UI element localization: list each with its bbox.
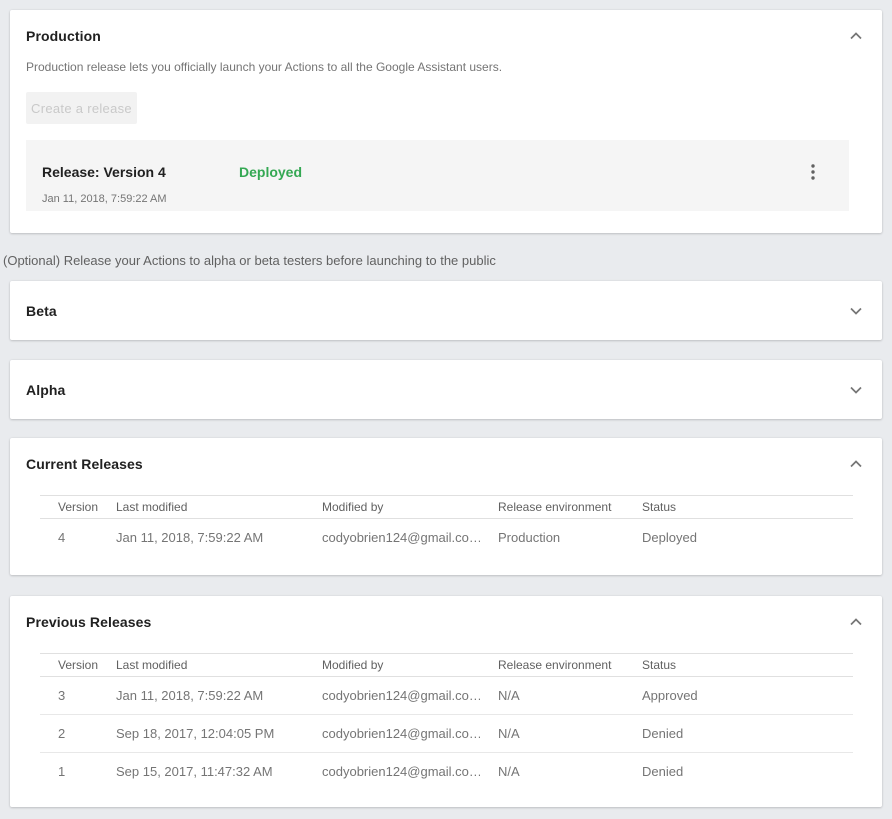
create-release-button[interactable]: Create a release bbox=[26, 92, 137, 124]
optional-note: (Optional) Release your Actions to alpha… bbox=[3, 253, 882, 269]
beta-section-header[interactable]: Beta bbox=[10, 281, 882, 340]
column-header-status: Status bbox=[624, 496, 853, 519]
cell-last-modified: Sep 15, 2017, 11:47:32 AM bbox=[98, 753, 304, 791]
column-header-status: Status bbox=[624, 654, 853, 677]
cell-status: Denied bbox=[624, 715, 853, 753]
table-row: 4 Jan 11, 2018, 7:59:22 AM codyobrien124… bbox=[40, 519, 853, 557]
table-row: 3 Jan 11, 2018, 7:59:22 AM codyobrien124… bbox=[40, 677, 853, 715]
table-row: 2 Sep 18, 2017, 12:04:05 PM codyobrien12… bbox=[40, 715, 853, 753]
previous-releases-title: Previous Releases bbox=[26, 614, 151, 630]
production-section: Production Production release lets you o… bbox=[10, 10, 882, 233]
cell-release-environment: N/A bbox=[480, 677, 624, 715]
column-header-modified-by: Modified by bbox=[304, 654, 480, 677]
production-release-card: Release: Version 4 Deployed Jan 11, 2018… bbox=[26, 140, 849, 211]
chevron-up-icon[interactable] bbox=[844, 614, 868, 630]
chevron-up-icon[interactable] bbox=[844, 28, 868, 44]
current-releases-table: Version Last modified Modified by Releas… bbox=[40, 495, 853, 557]
cell-status: Denied bbox=[624, 753, 853, 791]
column-header-modified-by: Modified by bbox=[304, 496, 480, 519]
column-header-version: Version bbox=[40, 496, 98, 519]
release-status-badge: Deployed bbox=[239, 165, 302, 180]
beta-title: Beta bbox=[26, 303, 57, 319]
table-row: 1 Sep 15, 2017, 11:47:32 AM codyobrien12… bbox=[40, 753, 853, 791]
production-title: Production bbox=[26, 28, 101, 44]
previous-releases-section: Previous Releases Version Last modified … bbox=[10, 596, 882, 807]
previous-releases-header[interactable]: Previous Releases bbox=[26, 596, 866, 630]
cell-status: Deployed bbox=[624, 519, 853, 557]
cell-version: 1 bbox=[40, 753, 98, 791]
chevron-up-icon[interactable] bbox=[844, 456, 868, 472]
column-header-release-environment: Release environment bbox=[480, 496, 624, 519]
cell-modified-by: codyobrien124@gmail.co… bbox=[304, 715, 480, 753]
cell-version: 4 bbox=[40, 519, 98, 557]
cell-modified-by: codyobrien124@gmail.co… bbox=[304, 677, 480, 715]
production-description: Production release lets you officially l… bbox=[26, 60, 866, 74]
previous-releases-table: Version Last modified Modified by Releas… bbox=[40, 653, 853, 791]
cell-last-modified: Jan 11, 2018, 7:59:22 AM bbox=[98, 519, 304, 557]
cell-last-modified: Sep 18, 2017, 12:04:05 PM bbox=[98, 715, 304, 753]
cell-version: 3 bbox=[40, 677, 98, 715]
table-header-row: Version Last modified Modified by Releas… bbox=[40, 654, 853, 677]
cell-last-modified: Jan 11, 2018, 7:59:22 AM bbox=[98, 677, 304, 715]
cell-modified-by: codyobrien124@gmail.co… bbox=[304, 519, 480, 557]
release-title: Release: Version 4 bbox=[42, 165, 239, 180]
cell-release-environment: N/A bbox=[480, 753, 624, 791]
table-header-row: Version Last modified Modified by Releas… bbox=[40, 496, 853, 519]
column-header-release-environment: Release environment bbox=[480, 654, 624, 677]
cell-version: 2 bbox=[40, 715, 98, 753]
cell-modified-by: codyobrien124@gmail.co… bbox=[304, 753, 480, 791]
chevron-down-icon[interactable] bbox=[844, 303, 868, 319]
current-releases-title: Current Releases bbox=[26, 456, 143, 472]
column-header-last-modified: Last modified bbox=[98, 496, 304, 519]
column-header-version: Version bbox=[40, 654, 98, 677]
column-header-last-modified: Last modified bbox=[98, 654, 304, 677]
alpha-section-header[interactable]: Alpha bbox=[10, 360, 882, 419]
cell-release-environment: Production bbox=[480, 519, 624, 557]
alpha-title: Alpha bbox=[26, 382, 65, 398]
release-date: Jan 11, 2018, 7:59:22 AM bbox=[42, 193, 833, 206]
current-releases-section: Current Releases Version Last modified M… bbox=[10, 438, 882, 575]
cell-status: Approved bbox=[624, 677, 853, 715]
kebab-menu-icon[interactable] bbox=[801, 160, 825, 184]
releases-page: Production Production release lets you o… bbox=[0, 0, 892, 807]
chevron-down-icon[interactable] bbox=[844, 382, 868, 398]
cell-release-environment: N/A bbox=[480, 715, 624, 753]
production-section-header[interactable]: Production bbox=[26, 10, 866, 44]
current-releases-header[interactable]: Current Releases bbox=[26, 438, 866, 472]
